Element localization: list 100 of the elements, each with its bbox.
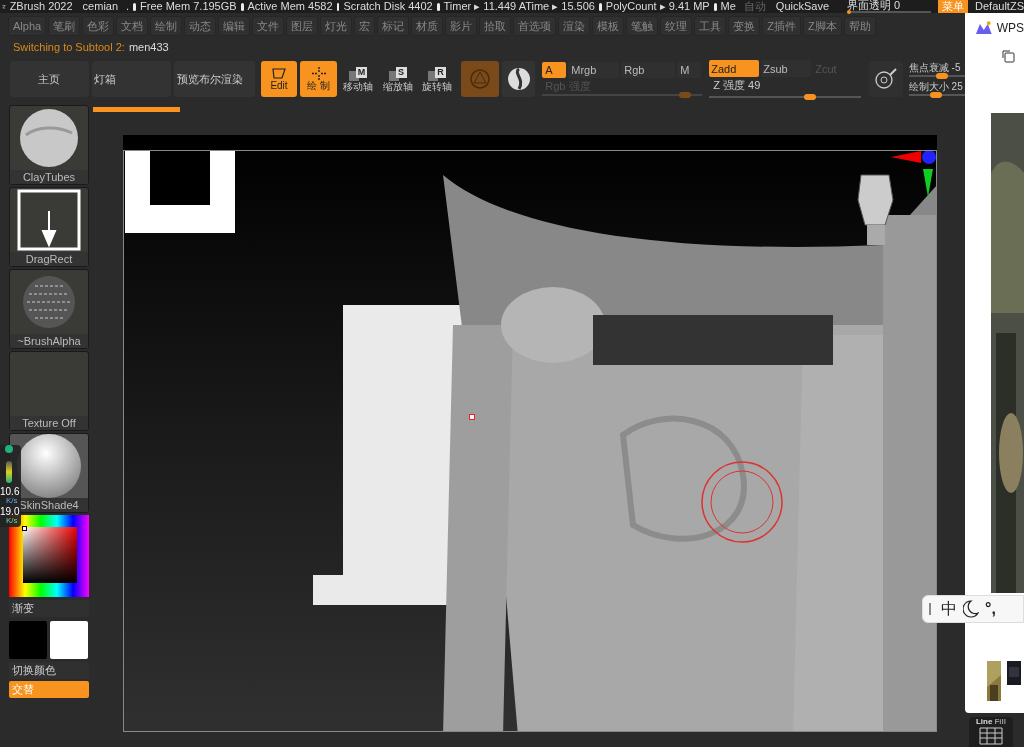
slider-label: 焦点衰减 -5 xyxy=(908,60,962,74)
layout-label[interactable]: DefaultZS xyxy=(975,0,1024,15)
symmetry-button[interactable] xyxy=(869,61,903,97)
app-title: ZBrush 2022 xyxy=(9,0,73,15)
tile-label: DragRect xyxy=(10,252,88,266)
menu-item[interactable]: 材质 xyxy=(411,16,444,36)
status-text: Timer ▸ 11.449 ATime ▸ 15.506 xyxy=(443,0,595,15)
button-label: 绘 制 xyxy=(307,80,330,91)
alternate-button[interactable]: 交替 xyxy=(9,681,89,698)
menu-item[interactable]: 帮助 xyxy=(843,16,876,36)
swirl-icon xyxy=(506,67,531,91)
button-label: 移动轴 xyxy=(343,80,373,92)
axis-badge: R xyxy=(435,66,446,78)
menu-item[interactable]: 首选项 xyxy=(513,16,557,36)
slider-label: 绘制大小 25 xyxy=(908,79,964,93)
menu-item[interactable]: 笔刷 xyxy=(48,16,81,36)
axis-badge: M xyxy=(356,66,367,78)
menu-item[interactable]: 编辑 xyxy=(218,16,251,36)
status-value: men433 xyxy=(128,39,169,55)
drag-handle[interactable] xyxy=(929,603,931,615)
menu-item[interactable]: Z脚本 xyxy=(802,16,842,36)
language-toggle[interactable]: 中 xyxy=(941,597,957,621)
primary-color-swatch[interactable] xyxy=(9,621,47,659)
gradient-button[interactable]: 渐变 xyxy=(9,600,89,617)
brush-sphere-icon xyxy=(18,107,80,169)
nav-button[interactable]: 灯箱 xyxy=(91,61,171,97)
user-name: cemian xyxy=(82,0,119,15)
speed-unit: K/s xyxy=(5,516,19,525)
menu-item[interactable]: 拾取 xyxy=(479,16,512,36)
z-intensity-label: Z 强度 49 xyxy=(712,78,762,94)
menu-item[interactable]: 渲染 xyxy=(558,16,591,36)
menu-item[interactable]: 文档 xyxy=(116,16,149,36)
level-meter-icon xyxy=(6,461,12,483)
target-brush-icon xyxy=(874,67,899,91)
menu-item[interactable]: Alpha xyxy=(8,16,47,36)
brush-tile[interactable]: ClayTubes xyxy=(9,105,89,185)
color-mode-button[interactable]: A xyxy=(542,61,567,78)
crosshair-icon xyxy=(311,67,326,80)
menu-item[interactable]: 灯光 xyxy=(320,16,353,36)
axis-badge: S xyxy=(395,66,407,78)
nav-button[interactable]: 主页 xyxy=(10,61,89,97)
color-mode-button[interactable]: Mrgb xyxy=(568,61,620,78)
z-intensity-slider[interactable] xyxy=(709,95,862,98)
copy-icon[interactable] xyxy=(1001,49,1015,63)
alpha-tile[interactable]: ~BrushAlpha xyxy=(9,269,89,349)
color-mode-button[interactable]: M xyxy=(677,61,702,78)
pivot-marker xyxy=(469,414,475,420)
button-label: 缩放轴 xyxy=(382,80,413,92)
edit-frame-icon xyxy=(271,67,287,80)
color-mode-button[interactable]: Rgb xyxy=(621,61,676,78)
status-text: PolyCount ▸ 9.41 MP xyxy=(605,0,710,15)
status-text: Me xyxy=(720,0,736,15)
sculptris-button[interactable] xyxy=(501,61,536,97)
menu-item[interactable]: 标记 xyxy=(377,16,410,36)
mode-label[interactable]: Fill xyxy=(994,717,1006,727)
menu-item[interactable]: 工具 xyxy=(694,16,727,36)
drag-rect-icon xyxy=(17,189,81,251)
color-square[interactable] xyxy=(23,527,77,583)
menu-button[interactable]: 菜单 xyxy=(938,0,969,13)
menu-item[interactable]: 变换 xyxy=(728,16,761,36)
menu-item[interactable]: 图层 xyxy=(286,16,319,36)
wps-logo-icon xyxy=(975,21,993,35)
transparency-label: 界面透明 0 xyxy=(847,0,902,11)
z-mode-button[interactable]: Zsub xyxy=(761,60,812,78)
button-label: 旋转轴 xyxy=(422,80,452,92)
quicksave-button[interactable]: QuickSave xyxy=(775,0,830,15)
tile-label: Texture Off xyxy=(10,416,88,430)
button-label: Edit xyxy=(270,80,288,91)
nav-button[interactable]: 预览布尔渲染 xyxy=(173,61,255,97)
edit-button[interactable]: Edit xyxy=(260,61,298,97)
status-text: Scratch Disk 4402 xyxy=(343,0,433,15)
menu-item[interactable]: 文件 xyxy=(252,16,285,36)
draw-button[interactable]: 绘 制 xyxy=(300,61,337,97)
menu-item[interactable]: 影片 xyxy=(445,16,478,36)
z-mode-button[interactable]: Zadd xyxy=(709,60,760,78)
texture-tile[interactable]: Texture Off xyxy=(9,351,89,431)
status-label: Switching to Subtool 2: xyxy=(13,39,125,55)
menu-item[interactable]: 纹理 xyxy=(660,16,693,36)
status-text: Free Mem 7.195GB xyxy=(140,0,237,15)
menu-item[interactable]: 宏 xyxy=(354,16,376,36)
polyframe-grid-icon xyxy=(979,727,1003,745)
menu-item[interactable]: 笔触 xyxy=(626,16,659,36)
picker-handle[interactable] xyxy=(22,526,27,531)
menu-item[interactable]: 绘制 xyxy=(150,16,183,36)
auto-label: 自动 xyxy=(743,0,766,15)
punctuation-toggle[interactable]: °, xyxy=(985,597,996,621)
mode-label[interactable]: Line xyxy=(976,717,993,727)
menu-item[interactable]: 色彩 xyxy=(82,16,115,36)
separator-text: . xyxy=(126,0,130,15)
secondary-color-swatch[interactable] xyxy=(50,621,88,659)
moon-icon[interactable] xyxy=(963,600,979,618)
swap-color-button[interactable]: 切换颜色 xyxy=(9,662,89,679)
menu-item[interactable]: 模板 xyxy=(592,16,625,36)
stroke-tile[interactable]: DragRect xyxy=(9,187,89,267)
menu-item[interactable]: 动态 xyxy=(184,16,217,36)
menu-item[interactable]: Z插件 xyxy=(762,16,801,36)
tile-label: ClayTubes xyxy=(10,170,88,184)
brush-cursor-icon xyxy=(700,460,784,544)
tile-label: ~BrushAlpha xyxy=(10,334,88,348)
status-text: Active Mem 4582 xyxy=(247,0,333,15)
